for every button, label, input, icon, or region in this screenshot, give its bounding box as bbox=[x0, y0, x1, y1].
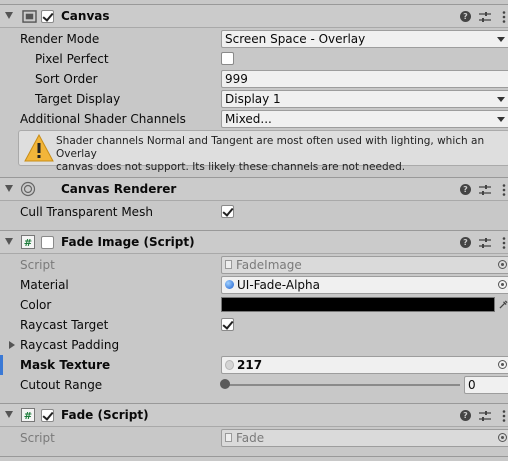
cutout-range-slider-track[interactable] bbox=[224, 384, 460, 386]
script-icon: # bbox=[21, 408, 35, 422]
cull-transparent-row: Cull Transparent Mesh bbox=[0, 202, 508, 222]
more-options-icon[interactable] bbox=[502, 410, 506, 422]
check-icon bbox=[222, 205, 234, 217]
cull-transparent-label: Cull Transparent Mesh bbox=[20, 205, 153, 219]
pixel-perfect-row: Pixel Perfect bbox=[0, 49, 508, 69]
fade-image-enabled-checkbox[interactable] bbox=[41, 236, 54, 249]
raycast-target-checkbox[interactable] bbox=[221, 318, 234, 331]
script-label: Script bbox=[20, 258, 55, 272]
cutout-range-input[interactable]: 0 bbox=[464, 376, 508, 394]
render-mode-label: Render Mode bbox=[20, 32, 100, 46]
script-file-icon bbox=[225, 433, 232, 442]
presets-icon[interactable] bbox=[479, 410, 491, 422]
color-swatch[interactable] bbox=[221, 297, 495, 312]
sort-order-label: Sort Order bbox=[35, 72, 98, 86]
render-mode-row: Render Mode Screen Space - Overlay bbox=[0, 29, 508, 49]
raycast-padding-label: Raycast Padding bbox=[20, 338, 120, 352]
help-icon[interactable]: ? bbox=[460, 184, 471, 195]
canvas-renderer-icon bbox=[20, 181, 36, 197]
material-value: UI-Fade-Alpha bbox=[237, 278, 320, 292]
material-row: Material UI-Fade-Alpha bbox=[0, 275, 508, 295]
canvas-foldout-arrow[interactable] bbox=[5, 12, 13, 19]
mask-texture-field[interactable]: 217 bbox=[221, 356, 508, 374]
fade-title: Fade (Script) bbox=[61, 408, 149, 422]
cutout-range-slider-handle[interactable] bbox=[220, 379, 230, 389]
warning-icon bbox=[24, 134, 54, 162]
shader-channels-row: Additional Shader Channels Mixed... bbox=[0, 109, 508, 129]
help-icon[interactable]: ? bbox=[460, 11, 471, 22]
script-value: Fade bbox=[236, 431, 265, 445]
script-label: Script bbox=[20, 431, 55, 445]
mask-texture-value: 217 bbox=[237, 358, 263, 372]
bottom-divider bbox=[0, 456, 508, 457]
check-icon bbox=[42, 409, 54, 421]
canvas-title: Canvas bbox=[61, 9, 110, 23]
fade-enabled-checkbox[interactable] bbox=[41, 409, 54, 422]
pixel-perfect-label: Pixel Perfect bbox=[35, 52, 109, 66]
material-sphere-icon bbox=[225, 280, 234, 289]
warning-text-line1: Shader channels Normal and Tangent are m… bbox=[56, 135, 485, 160]
object-picker-icon bbox=[498, 433, 507, 442]
target-display-label: Target Display bbox=[35, 92, 121, 106]
presets-icon[interactable] bbox=[479, 184, 491, 196]
raycast-padding-foldout-icon[interactable] bbox=[9, 341, 15, 349]
warning-text-line2: canvas does not support. Its likely thes… bbox=[56, 161, 406, 173]
object-picker-icon[interactable] bbox=[498, 280, 507, 289]
mask-texture-label: Mask Texture bbox=[20, 358, 111, 372]
script-file-icon bbox=[225, 260, 232, 269]
material-label: Material bbox=[20, 278, 69, 292]
presets-icon[interactable] bbox=[479, 11, 491, 23]
check-icon bbox=[222, 318, 234, 330]
raycast-padding-row[interactable]: Raycast Padding bbox=[0, 335, 508, 355]
fade-image-header[interactable]: # Fade Image (Script) ? bbox=[0, 230, 508, 254]
help-icon[interactable]: ? bbox=[460, 410, 471, 421]
more-options-icon[interactable] bbox=[502, 11, 506, 23]
raycast-target-row: Raycast Target bbox=[0, 315, 508, 335]
shader-channels-dropdown[interactable]: Mixed... bbox=[221, 110, 508, 128]
fade-image-foldout-arrow[interactable] bbox=[5, 238, 13, 245]
object-picker-icon bbox=[498, 260, 507, 269]
script-value: FadeImage bbox=[236, 258, 302, 272]
fade-script-row: Script Fade bbox=[0, 428, 508, 448]
svg-text:#: # bbox=[24, 238, 32, 249]
shader-channels-label: Additional Shader Channels bbox=[20, 112, 186, 126]
script-icon: # bbox=[21, 235, 35, 249]
raycast-target-label: Raycast Target bbox=[20, 318, 109, 332]
script-object-field: Fade bbox=[221, 429, 508, 447]
sort-order-row: Sort Order 999 bbox=[0, 69, 508, 89]
pixel-perfect-checkbox[interactable] bbox=[221, 52, 234, 65]
canvas-renderer-title: Canvas Renderer bbox=[61, 182, 177, 196]
presets-icon[interactable] bbox=[479, 237, 491, 249]
target-display-row: Target Display Display 1 bbox=[0, 89, 508, 109]
svg-text:#: # bbox=[24, 411, 32, 422]
help-icon[interactable]: ? bbox=[460, 237, 471, 248]
color-row: Color bbox=[0, 295, 508, 315]
more-options-icon[interactable] bbox=[502, 184, 506, 196]
render-mode-dropdown[interactable]: Screen Space - Overlay bbox=[221, 30, 508, 48]
check-icon bbox=[42, 10, 54, 22]
material-object-field[interactable]: UI-Fade-Alpha bbox=[221, 276, 508, 294]
color-label: Color bbox=[20, 298, 52, 312]
object-picker-icon[interactable] bbox=[498, 360, 507, 369]
shader-channels-warning: Shader channels Normal and Tangent are m… bbox=[18, 130, 508, 173]
more-options-icon[interactable] bbox=[502, 237, 506, 249]
script-object-field: FadeImage bbox=[221, 256, 508, 274]
mask-texture-row: Mask Texture 217 bbox=[0, 355, 508, 375]
canvas-renderer-foldout-arrow[interactable] bbox=[5, 185, 13, 192]
cutout-range-label: Cutout Range bbox=[20, 378, 103, 392]
cull-transparent-checkbox[interactable] bbox=[221, 205, 234, 218]
target-display-dropdown[interactable]: Display 1 bbox=[221, 90, 508, 108]
canvas-header[interactable]: Canvas ? bbox=[0, 4, 508, 28]
fade-foldout-arrow[interactable] bbox=[5, 411, 13, 418]
eyedropper-icon[interactable] bbox=[499, 300, 508, 309]
fade-image-title: Fade Image (Script) bbox=[61, 235, 195, 249]
texture-icon bbox=[225, 360, 234, 370]
canvas-enabled-checkbox[interactable] bbox=[41, 10, 54, 23]
cutout-range-row: Cutout Range 0 bbox=[0, 375, 508, 395]
fade-header[interactable]: # Fade (Script) ? bbox=[0, 403, 508, 427]
sort-order-input[interactable]: 999 bbox=[221, 70, 508, 88]
fade-image-script-row: Script FadeImage bbox=[0, 255, 508, 275]
canvas-component-icon bbox=[22, 10, 37, 23]
canvas-renderer-header[interactable]: Canvas Renderer ? bbox=[0, 177, 508, 201]
